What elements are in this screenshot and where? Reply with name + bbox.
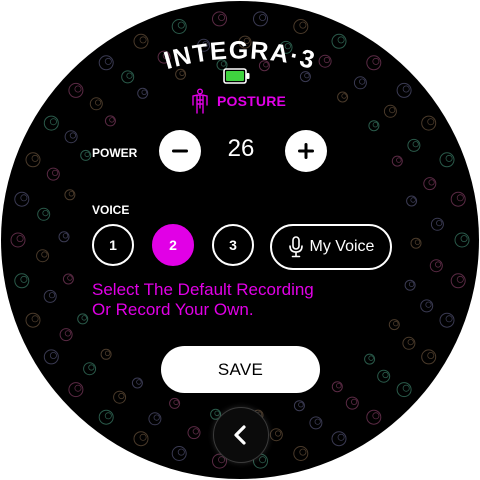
mode-label: POSTURE: [217, 93, 287, 109]
plus-icon: [298, 143, 314, 159]
power-decrease-button[interactable]: [159, 130, 201, 172]
minus-icon: [172, 149, 188, 153]
battery-icon: [223, 68, 250, 84]
my-voice-label: My Voice: [309, 238, 375, 255]
instruction-text: Select The Default Recording Or Record Y…: [92, 280, 392, 320]
voice-option-1[interactable]: 1: [92, 224, 134, 266]
voice-option-3[interactable]: 3: [212, 224, 254, 266]
instruction-line-2: Or Record Your Own.: [92, 300, 254, 319]
voice-option-2[interactable]: 2: [152, 224, 194, 266]
microphone-icon: [288, 236, 303, 258]
chevron-left-icon: [234, 425, 246, 445]
power-label: POWER: [92, 146, 138, 160]
save-button[interactable]: SAVE: [161, 346, 320, 393]
back-button[interactable]: [213, 407, 269, 463]
my-voice-button[interactable]: My Voice: [270, 224, 392, 270]
posture-body-icon: [192, 88, 208, 114]
watch-face: INTEGRA·3 POSTURE POWER 26 VOICE 1 2 3 M…: [1, 1, 479, 479]
power-increase-button[interactable]: [285, 130, 327, 172]
power-value: 26: [227, 135, 255, 162]
mode-indicator: POSTURE: [189, 87, 286, 115]
voice-label: VOICE: [92, 203, 130, 217]
instruction-line-1: Select The Default Recording: [92, 280, 314, 299]
